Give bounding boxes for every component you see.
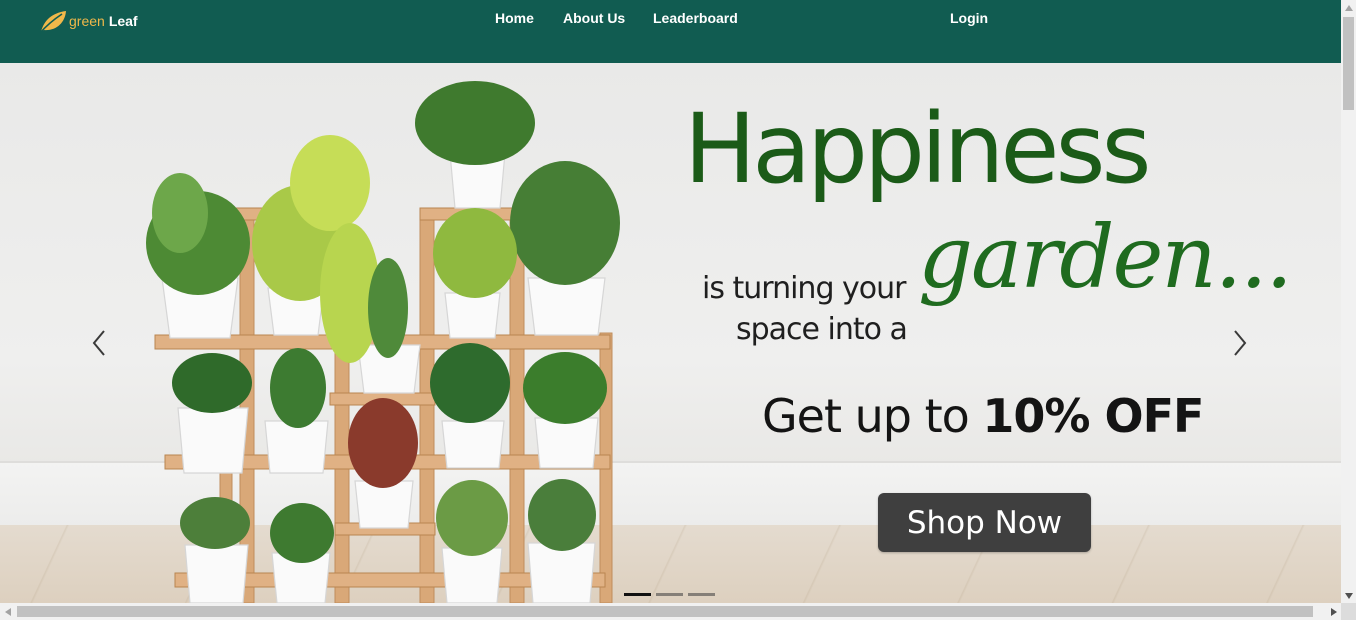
chevron-left-icon xyxy=(92,330,105,356)
offer-discount: 10% OFF xyxy=(982,389,1204,443)
arrow-left-icon xyxy=(4,607,11,616)
nav-link-leaderboard[interactable]: Leaderboard xyxy=(653,10,738,26)
carousel-indicator-2[interactable] xyxy=(656,593,683,596)
offer-prefix: Get up to xyxy=(762,389,983,443)
carousel-indicator-3[interactable] xyxy=(688,593,715,596)
navbar: green Leaf Home About Us Leaderboard Log… xyxy=(0,0,1341,63)
arrow-down-icon xyxy=(1344,592,1353,599)
hero-subline-2: space into a xyxy=(736,312,908,347)
arrow-up-icon xyxy=(1344,4,1353,11)
horizontal-scroll-thumb[interactable] xyxy=(17,606,1313,617)
shop-now-button[interactable]: Shop Now xyxy=(878,493,1091,552)
hero-headline: Happiness xyxy=(684,93,1151,205)
scroll-up-button[interactable] xyxy=(1341,0,1356,15)
carousel-indicator-1[interactable] xyxy=(624,593,651,596)
scrollbar-corner xyxy=(1341,603,1356,620)
scroll-down-button[interactable] xyxy=(1341,588,1356,603)
arrow-right-icon xyxy=(1330,607,1337,616)
plant-stand-image xyxy=(146,81,620,603)
hero-subline-1: is turning your xyxy=(702,271,906,306)
brand-logo[interactable]: green Leaf xyxy=(38,8,138,34)
vertical-scrollbar[interactable] xyxy=(1341,0,1356,603)
hero-script-word: garden... xyxy=(918,208,1293,308)
hero-carousel: Happiness is turning your space into a g… xyxy=(0,63,1341,603)
carousel-prev-button[interactable] xyxy=(87,328,111,358)
hero-offer: Get up to 10% OFF xyxy=(762,393,1204,439)
carousel-next-button[interactable] xyxy=(1228,328,1252,358)
horizontal-scrollbar[interactable] xyxy=(0,603,1341,620)
brand-word-leaf: Leaf xyxy=(108,13,138,29)
nav-link-about-us[interactable]: About Us xyxy=(563,10,625,26)
carousel-indicators xyxy=(624,593,715,596)
chevron-right-icon xyxy=(1234,330,1247,356)
vertical-scroll-thumb[interactable] xyxy=(1343,17,1354,110)
brand-word-green: green xyxy=(69,13,105,29)
login-link[interactable]: Login xyxy=(950,10,988,26)
leaf-icon xyxy=(39,11,66,34)
nav-link-home[interactable]: Home xyxy=(495,10,534,26)
scroll-left-button[interactable] xyxy=(0,603,15,620)
scroll-right-button[interactable] xyxy=(1326,603,1341,620)
